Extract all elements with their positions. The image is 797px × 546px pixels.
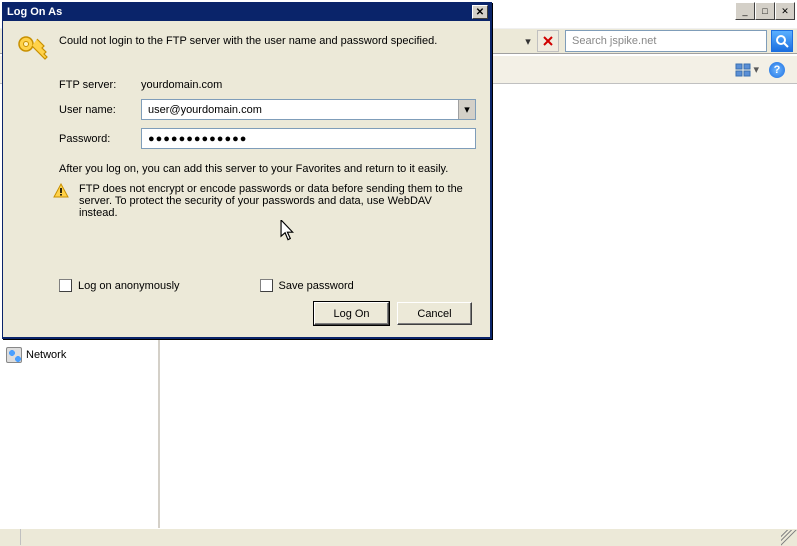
password-label: Password: — [59, 133, 141, 145]
save-checkbox-label[interactable]: Save password — [260, 279, 354, 292]
status-bar — [0, 528, 797, 546]
search-box[interactable] — [565, 30, 767, 52]
dialog-titlebar[interactable]: Log On As ✕ — [3, 3, 490, 21]
username-combo[interactable]: ▾ — [141, 99, 476, 120]
favorites-hint: After you log on, you can add this serve… — [59, 163, 476, 175]
ftp-server-value: yourdomain.com — [141, 79, 476, 91]
dialog-close-button[interactable]: ✕ — [472, 5, 488, 19]
save-checkbox[interactable] — [260, 279, 273, 292]
security-warning: FTP does not encrypt or encode passwords… — [79, 183, 469, 219]
dialog-message: Could not login to the FTP server with t… — [59, 31, 437, 47]
help-button[interactable]: ? — [769, 62, 785, 78]
stop-button[interactable] — [537, 30, 559, 52]
logon-dialog: Log On As ✕ Could not login to the FTP s… — [2, 2, 492, 339]
logon-button[interactable]: Log On — [314, 302, 389, 325]
combo-dropdown-button[interactable]: ▾ — [458, 100, 475, 119]
search-go-button[interactable] — [771, 30, 793, 52]
views-icon — [735, 63, 751, 77]
search-input[interactable] — [566, 31, 766, 51]
x-red-icon — [541, 34, 555, 48]
resize-grip-icon[interactable] — [781, 530, 797, 546]
magnifier-icon — [775, 34, 789, 48]
views-button[interactable]: ▾ — [735, 63, 759, 77]
toolbar-dropdown-icon[interactable]: ▾ — [521, 31, 535, 51]
cancel-button[interactable]: Cancel — [397, 302, 472, 325]
warning-icon — [53, 183, 69, 199]
network-icon — [6, 347, 22, 363]
anon-checkbox-text: Log on anonymously — [78, 280, 180, 292]
password-input[interactable] — [141, 128, 476, 149]
dialog-title: Log On As — [7, 6, 62, 18]
tree-item-label: Network — [26, 349, 66, 361]
username-input[interactable] — [142, 100, 458, 119]
status-cell — [0, 529, 21, 545]
save-checkbox-text: Save password — [279, 280, 354, 292]
dialog-body: Could not login to the FTP server with t… — [3, 21, 490, 337]
minimize-button[interactable]: _ — [735, 2, 755, 20]
ftp-server-label: FTP server: — [59, 79, 141, 91]
anon-checkbox[interactable] — [59, 279, 72, 292]
window-controls: _ □ ✕ — [735, 2, 795, 20]
chevron-down-icon: ▾ — [753, 63, 759, 76]
anon-checkbox-label[interactable]: Log on anonymously — [59, 279, 180, 292]
chevron-down-icon: ▾ — [464, 103, 470, 116]
tree-item-network[interactable]: Network — [0, 345, 158, 365]
close-button[interactable]: ✕ — [775, 2, 795, 20]
username-label: User name: — [59, 104, 141, 116]
maximize-button[interactable]: □ — [755, 2, 775, 20]
key-icon — [17, 31, 49, 63]
